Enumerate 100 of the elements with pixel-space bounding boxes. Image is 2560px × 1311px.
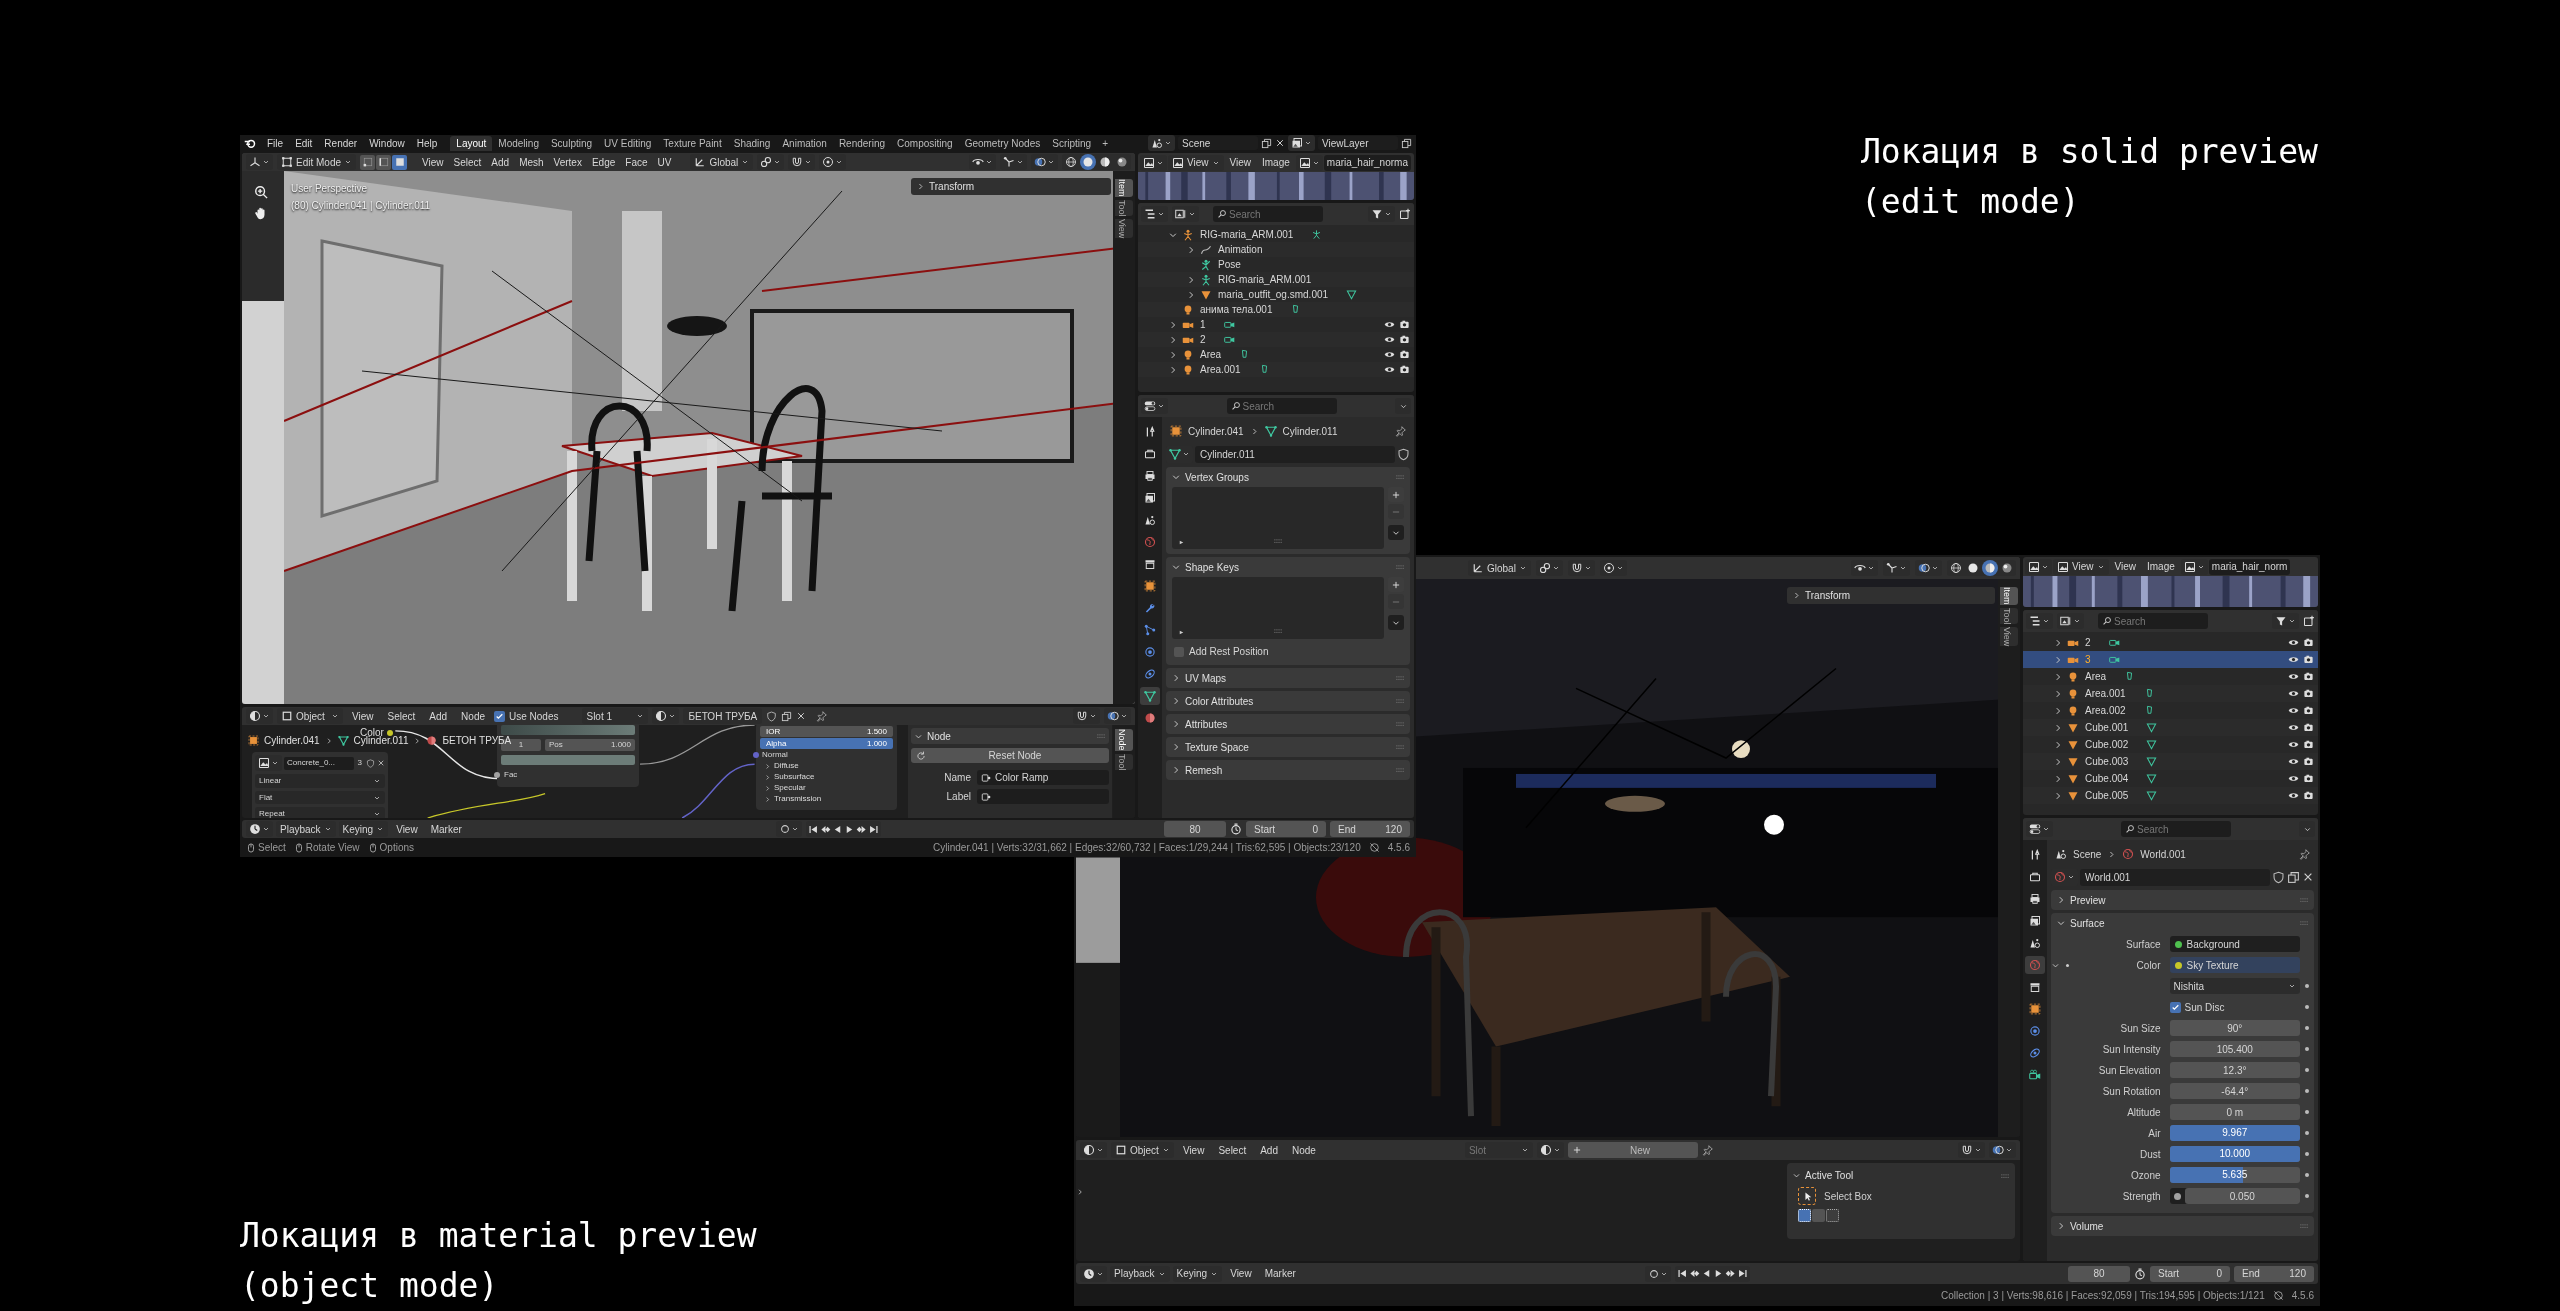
checkbox[interactable]: Sun Disc — [2169, 999, 2300, 1015]
socket-field[interactable]: Background — [2169, 936, 2300, 952]
dropdown[interactable]: Slot 1 — [582, 708, 649, 724]
menu-item[interactable]: Window — [364, 135, 410, 151]
menu-item[interactable]: Add — [424, 708, 453, 724]
name-field[interactable]: World.001 — [2080, 868, 2270, 886]
menu-item[interactable]: View — [417, 154, 449, 170]
workspace-tab[interactable]: Layout — [450, 136, 493, 151]
menu-item[interactable]: Select — [448, 154, 487, 170]
menu-item[interactable]: View — [347, 708, 379, 724]
socket-field[interactable]: Sky Texture — [2169, 957, 2300, 973]
panel-title[interactable]: Shape Keys — [1185, 559, 1239, 575]
panel-title[interactable]: Remesh — [1185, 762, 1223, 778]
position-field[interactable]: Pos 1.000 — [545, 739, 635, 751]
slider[interactable]: 5.635 — [2169, 1167, 2300, 1183]
add-workspace-button[interactable]: + — [1097, 136, 1113, 151]
panel-title[interactable]: Active Tool — [1805, 1168, 1854, 1183]
menu-item[interactable]: Marker — [1259, 1265, 1301, 1282]
checkbox[interactable]: Add Rest Position — [1166, 644, 1410, 665]
subpanel-toggle[interactable]: Subsurface — [760, 772, 893, 782]
dropdown[interactable]: Global — [690, 154, 754, 170]
menu-item[interactable]: View — [1177, 1142, 1210, 1158]
workspace-tab[interactable]: Sculpting — [544, 136, 599, 151]
search-field[interactable]: Search — [1226, 398, 1337, 414]
number-field[interactable]: 0 m — [2169, 1104, 2300, 1120]
menu-item[interactable]: UV — [652, 154, 677, 170]
name-field[interactable]: Color Ramp — [977, 770, 1109, 785]
sidebar-tab[interactable]: Item — [2000, 587, 2018, 605]
dropdown[interactable]: Playback — [276, 821, 336, 837]
sidebar-tab[interactable]: View — [1115, 219, 1133, 239]
panel-title[interactable]: Preview — [2070, 892, 2106, 908]
dropdown[interactable]: Edit Mode — [277, 154, 357, 170]
dropdown[interactable]: Playback — [1110, 1265, 1170, 1282]
new-material-button[interactable]: New — [1567, 1142, 1698, 1158]
number-field[interactable]: 90° — [2169, 1020, 2300, 1036]
workspace-tab[interactable]: Geometry Nodes — [958, 136, 1047, 151]
image-name-field[interactable]: maria_hair_norma — [1323, 154, 1411, 171]
menu-item[interactable]: Marker — [425, 821, 467, 837]
menu-item[interactable]: Vertex — [548, 154, 587, 170]
name-field[interactable]: Cylinder.011 — [1195, 445, 1395, 463]
panel-title[interactable]: UV Maps — [1185, 670, 1227, 686]
scene-field[interactable]: Scene — [1178, 136, 1258, 150]
number-field[interactable]: 0.050 — [2184, 1188, 2300, 1204]
menu-item[interactable]: Node — [456, 708, 490, 724]
menu-item[interactable]: Edit — [290, 135, 318, 151]
outliner-row[interactable]: 3 — [2023, 651, 2318, 668]
end-frame-field[interactable]: End 120 — [1330, 821, 1410, 837]
menu-item[interactable]: Mesh — [514, 154, 549, 170]
dropdown[interactable]: Object — [277, 708, 343, 724]
menu-item[interactable]: Select — [382, 708, 421, 724]
dropdown[interactable]: Nishita — [2169, 978, 2300, 994]
slider[interactable]: 10.000 — [2169, 1146, 2300, 1162]
number-field[interactable]: 12.3° — [2169, 1062, 2300, 1078]
image-name-field[interactable]: Concrete_0... — [284, 756, 354, 770]
menu-item[interactable]: View — [2109, 558, 2141, 575]
dropdown[interactable]: Global — [1468, 560, 1531, 576]
menu-item[interactable]: Face — [620, 154, 653, 170]
dropdown[interactable]: Keying — [338, 821, 389, 837]
dropdown[interactable]: Repeat — [255, 807, 385, 818]
menu-item[interactable]: Edge — [586, 154, 621, 170]
workspace-tab[interactable]: Shading — [727, 136, 777, 151]
subpanel-toggle[interactable]: Diffuse — [760, 761, 893, 771]
frame-field[interactable]: 80 — [2068, 1265, 2130, 1282]
dropdown[interactable]: Linear — [255, 774, 385, 788]
subpanel-toggle[interactable]: Transmission — [760, 794, 893, 804]
menu-item[interactable]: View — [1225, 1265, 1257, 1282]
workspace-tab[interactable]: Scripting — [1046, 136, 1098, 151]
panel-title[interactable]: Texture Space — [1185, 739, 1249, 755]
menu-item[interactable]: Add — [1255, 1142, 1283, 1158]
workspace-tab[interactable]: Texture Paint — [657, 136, 728, 151]
sidebar-tab[interactable]: Node — [1115, 729, 1133, 751]
menu-item[interactable]: View — [391, 821, 423, 837]
view-layer-field[interactable]: ViewLayer — [1318, 136, 1398, 150]
subpanel-toggle[interactable]: Specular — [760, 783, 893, 793]
workspace-tab[interactable]: Modeling — [492, 136, 545, 151]
panel-title[interactable]: Attributes — [1185, 716, 1228, 732]
panel-title[interactable]: Surface — [2070, 915, 2105, 931]
menu-item[interactable]: Add — [486, 154, 515, 170]
menu-item[interactable]: View — [1224, 154, 1256, 171]
sidebar-tab[interactable]: Tool — [2000, 607, 2018, 625]
menu-item[interactable]: File — [262, 135, 289, 151]
start-frame-field[interactable]: Start 0 — [1246, 821, 1326, 837]
number-field[interactable]: 105.400 — [2169, 1041, 2300, 1057]
image-name-field[interactable]: maria_hair_norm — [2208, 558, 2291, 575]
workspace-tab[interactable]: Compositing — [891, 136, 959, 151]
input-field[interactable]: IOR 1.500 — [760, 726, 893, 737]
frame-field[interactable]: 80 — [1164, 821, 1226, 837]
search-field[interactable]: Search — [1213, 206, 1323, 222]
sidebar-tab[interactable]: Tool — [1115, 199, 1133, 217]
reset-node-button[interactable]: Reset Node — [911, 748, 1109, 763]
workspace-tab[interactable]: Rendering — [832, 136, 892, 151]
dropdown[interactable]: Keying — [1172, 1265, 1223, 1282]
transform-panel[interactable]: Transform — [911, 178, 1111, 195]
search-field[interactable]: Search — [2121, 821, 2231, 837]
menu-item[interactable]: Select — [1213, 1142, 1252, 1158]
dropdown[interactable]: View — [1168, 154, 1224, 171]
panel-title[interactable]: Volume — [2070, 1218, 2104, 1234]
sidebar-tab[interactable]: View — [2000, 627, 2018, 647]
transform-panel[interactable]: Transform — [1787, 587, 1995, 604]
panel-title[interactable]: Vertex Groups — [1185, 469, 1249, 485]
